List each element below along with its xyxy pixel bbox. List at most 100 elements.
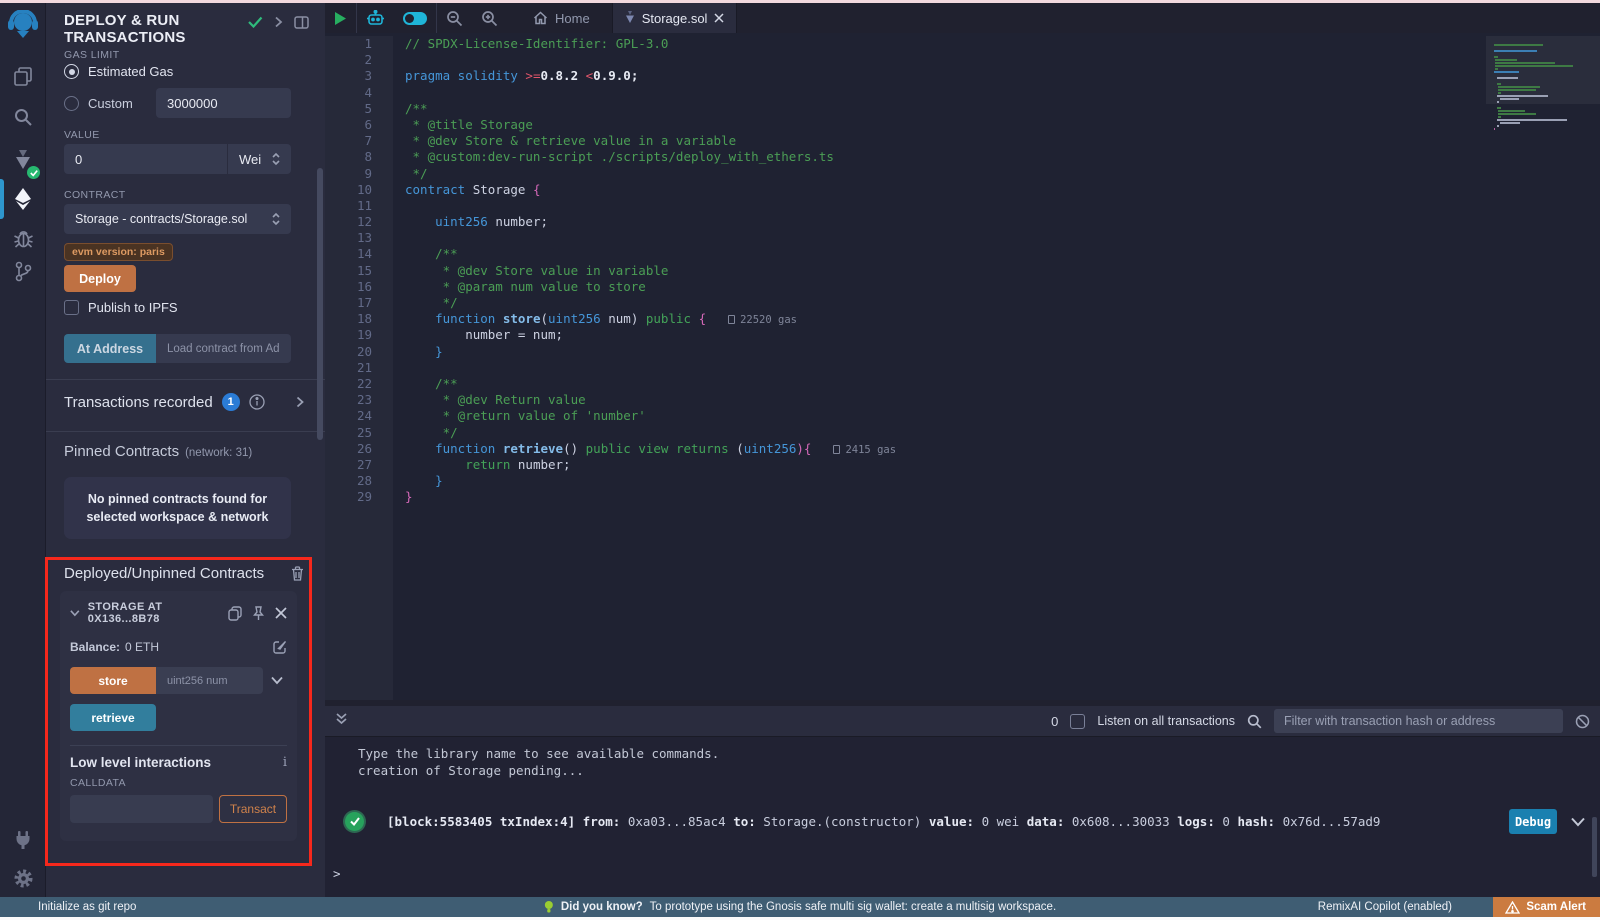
store-function-row: store uint256 num — [70, 667, 287, 694]
warning-triangle-icon — [1505, 901, 1520, 914]
tab-storage-sol[interactable]: Storage.sol — [612, 3, 738, 33]
custom-gas-option[interactable]: Custom — [64, 96, 133, 111]
terminal-search-icon[interactable] — [1247, 714, 1262, 729]
expand-args-chevron-icon[interactable] — [271, 676, 283, 685]
estimated-gas-radio[interactable] — [64, 64, 79, 79]
remix-logo-icon — [6, 10, 40, 40]
gear-icon — [13, 868, 34, 889]
retrieve-function-button[interactable]: retrieve — [70, 704, 156, 731]
pinned-contracts-header: Pinned Contracts (network: 31) — [64, 443, 252, 460]
lowlevel-info-icon[interactable]: i — [283, 755, 287, 770]
sidebar-item-solidity-compiler[interactable] — [0, 143, 46, 177]
bug-icon — [13, 228, 34, 249]
store-function-button[interactable]: store — [70, 667, 156, 694]
terminal-filter-input[interactable] — [1274, 709, 1563, 733]
store-arg-input[interactable]: uint256 num — [156, 667, 263, 694]
deployed-contract-card: STORAGE AT 0X136...8B78 Balance: 0 ETH s… — [60, 591, 297, 841]
sidebar-item-file-explorer[interactable] — [0, 59, 46, 93]
terminal-output[interactable]: Type the library name to see available c… — [325, 737, 1600, 897]
contract-card-header[interactable]: STORAGE AT 0X136...8B78 — [70, 601, 287, 625]
status-bar: Initialize as git repo Did you know? To … — [0, 897, 1600, 917]
env-ok-check-icon — [248, 16, 263, 28]
balance-row: Balance: 0 ETH — [70, 640, 287, 654]
info-icon[interactable] — [249, 394, 265, 410]
trash-icon[interactable] — [291, 566, 304, 581]
terminal-collapse-button[interactable] — [325, 712, 358, 730]
terminal-log-line: creation of Storage pending... — [358, 762, 584, 779]
contract-instance-label: STORAGE AT 0X136...8B78 — [88, 601, 220, 625]
scam-alert-button[interactable]: Scam Alert — [1493, 897, 1600, 917]
pin-panel-chevron-icon[interactable] — [274, 16, 283, 28]
copy-address-icon[interactable] — [228, 606, 242, 621]
at-address-input[interactable]: Load contract from Addre — [156, 334, 291, 363]
custom-gas-input[interactable]: 3000000 — [156, 88, 291, 118]
editor-toolbar: Home Storage.sol — [325, 3, 1600, 33]
minimap[interactable] — [1488, 40, 1590, 135]
plug-icon — [13, 830, 33, 850]
calldata-input[interactable] — [70, 795, 213, 823]
listen-all-tx-checkbox[interactable] — [1070, 714, 1085, 729]
terminal-prompt[interactable]: > — [333, 865, 341, 882]
remix-ide-window: DEPLOY & RUN TRANSACTIONS GAS LIMIT Esti… — [0, 0, 1600, 920]
pin-contract-icon[interactable] — [252, 606, 265, 621]
debug-button[interactable]: Debug — [1509, 809, 1557, 834]
panel-scrollbar[interactable] — [317, 168, 323, 440]
publish-ipfs-option[interactable]: Publish to IPFS — [64, 300, 178, 315]
at-address-button[interactable]: At Address — [64, 334, 156, 363]
value-label: VALUE — [64, 129, 100, 141]
custom-gas-radio[interactable] — [64, 96, 79, 111]
close-tab-icon[interactable] — [714, 13, 724, 23]
run-script-button[interactable] — [325, 3, 356, 33]
contract-select[interactable]: Storage - contracts/Storage.sol — [64, 204, 291, 234]
sidebar-item-git[interactable] — [0, 254, 46, 288]
git-branch-icon — [14, 261, 33, 282]
line-number-gutter: 1234567891011121314151617181920212223242… — [325, 36, 393, 700]
value-input[interactable]: 0 — [64, 144, 227, 174]
sidebar-item-settings[interactable] — [0, 861, 46, 895]
terminal-header: 0 Listen on all transactions — [325, 706, 1600, 737]
remove-contract-icon[interactable] — [275, 607, 287, 619]
double-chevron-down-icon — [335, 712, 348, 725]
expand-tx-chevron-icon[interactable] — [1571, 817, 1585, 827]
remixai-copilot-button[interactable] — [357, 3, 394, 33]
robot-icon — [366, 10, 385, 27]
copilot-status[interactable]: RemixAI Copilot (enabled) — [1318, 901, 1452, 913]
estimated-gas-option[interactable]: Estimated Gas — [64, 64, 173, 79]
icon-rail — [0, 3, 46, 897]
contract-label: CONTRACT — [64, 189, 126, 201]
value-unit-select[interactable]: Wei — [228, 144, 291, 174]
edit-balance-icon[interactable] — [273, 640, 287, 654]
sidebar-item-deploy-run[interactable] — [0, 182, 46, 216]
split-view-icon[interactable] — [294, 16, 309, 29]
expand-chevron-icon[interactable] — [296, 396, 304, 408]
deploy-button[interactable]: Deploy — [64, 265, 136, 292]
transaction-log-row[interactable]: [block:5583405 txIndex:4] from: 0xa03...… — [345, 809, 1585, 834]
clear-console-icon[interactable] — [1575, 714, 1590, 729]
tab-home[interactable]: Home — [521, 3, 602, 33]
deploy-run-panel: DEPLOY & RUN TRANSACTIONS GAS LIMIT Esti… — [46, 3, 325, 897]
panel-title: DEPLOY & RUN TRANSACTIONS — [64, 12, 224, 46]
remix-logo[interactable] — [0, 8, 46, 42]
publish-ipfs-checkbox[interactable] — [64, 300, 79, 315]
terminal-scrollbar[interactable] — [1592, 817, 1597, 877]
code-content[interactable]: // SPDX-License-Identifier: GPL-3.0pragm… — [393, 36, 1600, 700]
transact-button[interactable]: Transact — [219, 795, 287, 823]
search-icon — [13, 107, 33, 127]
transactions-count-badge: 1 — [222, 393, 240, 411]
zoom-in-button[interactable] — [472, 3, 507, 33]
section-divider — [46, 431, 325, 432]
zoom-out-icon — [446, 10, 463, 27]
toggle-on-icon — [403, 12, 427, 25]
stepper-icon — [272, 152, 280, 166]
sidebar-item-plugin-manager[interactable] — [0, 823, 46, 857]
zoom-in-icon — [481, 10, 498, 27]
sidebar-item-debugger[interactable] — [0, 221, 46, 255]
copilot-toggle[interactable] — [394, 3, 436, 33]
zoom-out-button[interactable] — [437, 3, 472, 33]
collapse-chevron-icon[interactable] — [70, 609, 80, 617]
transactions-recorded-section[interactable]: Transactions recorded 1 — [64, 393, 304, 411]
stepper-icon — [272, 212, 280, 226]
sidebar-item-search[interactable] — [0, 100, 46, 134]
git-init-button[interactable]: Initialize as git repo — [38, 901, 136, 913]
section-divider — [46, 379, 325, 380]
